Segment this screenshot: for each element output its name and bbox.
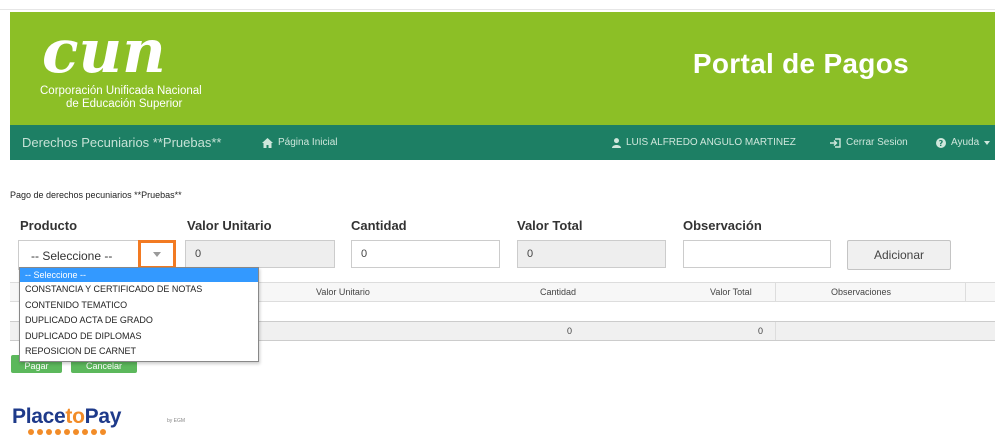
logo-line-1: Corporación Unificada Nacional: [40, 85, 202, 97]
nav-user-label: LUIS ALFREDO ANGULO MARTINEZ: [626, 137, 796, 148]
adicionar-button[interactable]: Adicionar: [847, 240, 951, 270]
logo-dot: [73, 429, 79, 435]
nav-help-label: Ayuda: [951, 137, 980, 148]
producto-select-value: -- Seleccione --: [31, 249, 113, 263]
valor-total-field: 0: [517, 240, 666, 268]
observacion-input[interactable]: [683, 240, 831, 268]
valor-unitario-label: Valor Unitario: [187, 218, 272, 233]
cun-logo-script: cun: [42, 20, 166, 82]
nav-help-menu[interactable]: ? Ayuda: [936, 125, 991, 160]
observacion-label: Observación: [683, 218, 762, 233]
logo-dot: [28, 429, 34, 435]
dropdown-option[interactable]: -- Seleccione --: [20, 268, 258, 282]
home-icon: [262, 137, 273, 148]
nav-logout-link[interactable]: Cerrar Sesion: [830, 125, 908, 160]
col-valor-unitario: Valor Unitario: [316, 287, 370, 297]
browser-top-strip: [0, 0, 995, 10]
page-heading: Pago de derechos pecuniarios **Pruebas**: [10, 190, 182, 200]
valor-total-label: Valor Total: [517, 218, 583, 233]
producto-label: Producto: [20, 218, 78, 233]
help-circle-icon: ?: [936, 137, 946, 148]
logo-dot: [37, 429, 43, 435]
logo-dot: [82, 429, 88, 435]
producto-dropdown-toggle[interactable]: [138, 240, 176, 269]
caret-down-icon: [984, 140, 991, 145]
col-divider: [775, 283, 776, 301]
logo-dot: [100, 429, 106, 435]
navbar: Derechos Pecuniarios **Pruebas** Página …: [10, 125, 995, 160]
nav-user[interactable]: LUIS ALFREDO ANGULO MARTINEZ: [612, 125, 796, 160]
placetopay-by: by EGM: [167, 418, 186, 424]
placetopay-dots: [28, 429, 106, 435]
logo-to: to: [65, 405, 85, 428]
sign-out-icon: [830, 137, 841, 148]
header-banner: cun Corporación Unificada Nacional de Ed…: [10, 12, 995, 125]
user-icon: [612, 137, 621, 148]
col-divider: [965, 283, 966, 301]
logo-dot: [91, 429, 97, 435]
cantidad-input[interactable]: 0: [351, 240, 500, 268]
dropdown-option[interactable]: DUPLICADO DE DIPLOMAS: [20, 329, 258, 345]
total-valor: 0: [758, 326, 764, 336]
logo-line-2: de Educación Superior: [66, 98, 183, 110]
dropdown-option[interactable]: DUPLICADO ACTA DE GRADO: [20, 313, 258, 329]
svg-text:?: ?: [939, 139, 944, 148]
producto-dropdown-list: -- Seleccione -- CONSTANCIA Y CERTIFICAD…: [19, 267, 259, 362]
logo-dot: [46, 429, 52, 435]
logo-pay: Pay: [84, 405, 122, 428]
nav-home-label: Página Inicial: [278, 137, 338, 148]
nav-brand-label: Derechos Pecuniarios **Pruebas**: [22, 135, 222, 150]
dropdown-option[interactable]: REPOSICION DE CARNET: [20, 344, 258, 360]
valor-unitario-field: 0: [185, 240, 335, 268]
col-valor-total: Valor Total: [710, 287, 752, 297]
nav-brand[interactable]: Derechos Pecuniarios **Pruebas**: [22, 125, 221, 160]
logo-script-text: cun: [42, 20, 166, 82]
logo-dot: [64, 429, 70, 435]
placetopay-logo: PlacetoPay: [12, 405, 121, 429]
col-cantidad: Cantidad: [540, 287, 577, 297]
logo-place: Place: [12, 405, 66, 428]
cantidad-label: Cantidad: [351, 218, 407, 233]
nav-home-link[interactable]: Página Inicial: [262, 125, 337, 160]
total-cantidad: 0: [567, 326, 573, 336]
dropdown-option[interactable]: CONTENIDO TEMATICO: [20, 298, 258, 314]
dropdown-option[interactable]: CONSTANCIA Y CERTIFICADO DE NOTAS: [20, 282, 258, 298]
logo-dot: [55, 429, 61, 435]
chevron-down-icon: [153, 252, 161, 257]
col-divider: [775, 322, 776, 340]
nav-logout-label: Cerrar Sesion: [846, 137, 908, 148]
portal-title: Portal de Pagos: [692, 48, 909, 79]
col-observaciones: Observaciones: [831, 287, 892, 297]
